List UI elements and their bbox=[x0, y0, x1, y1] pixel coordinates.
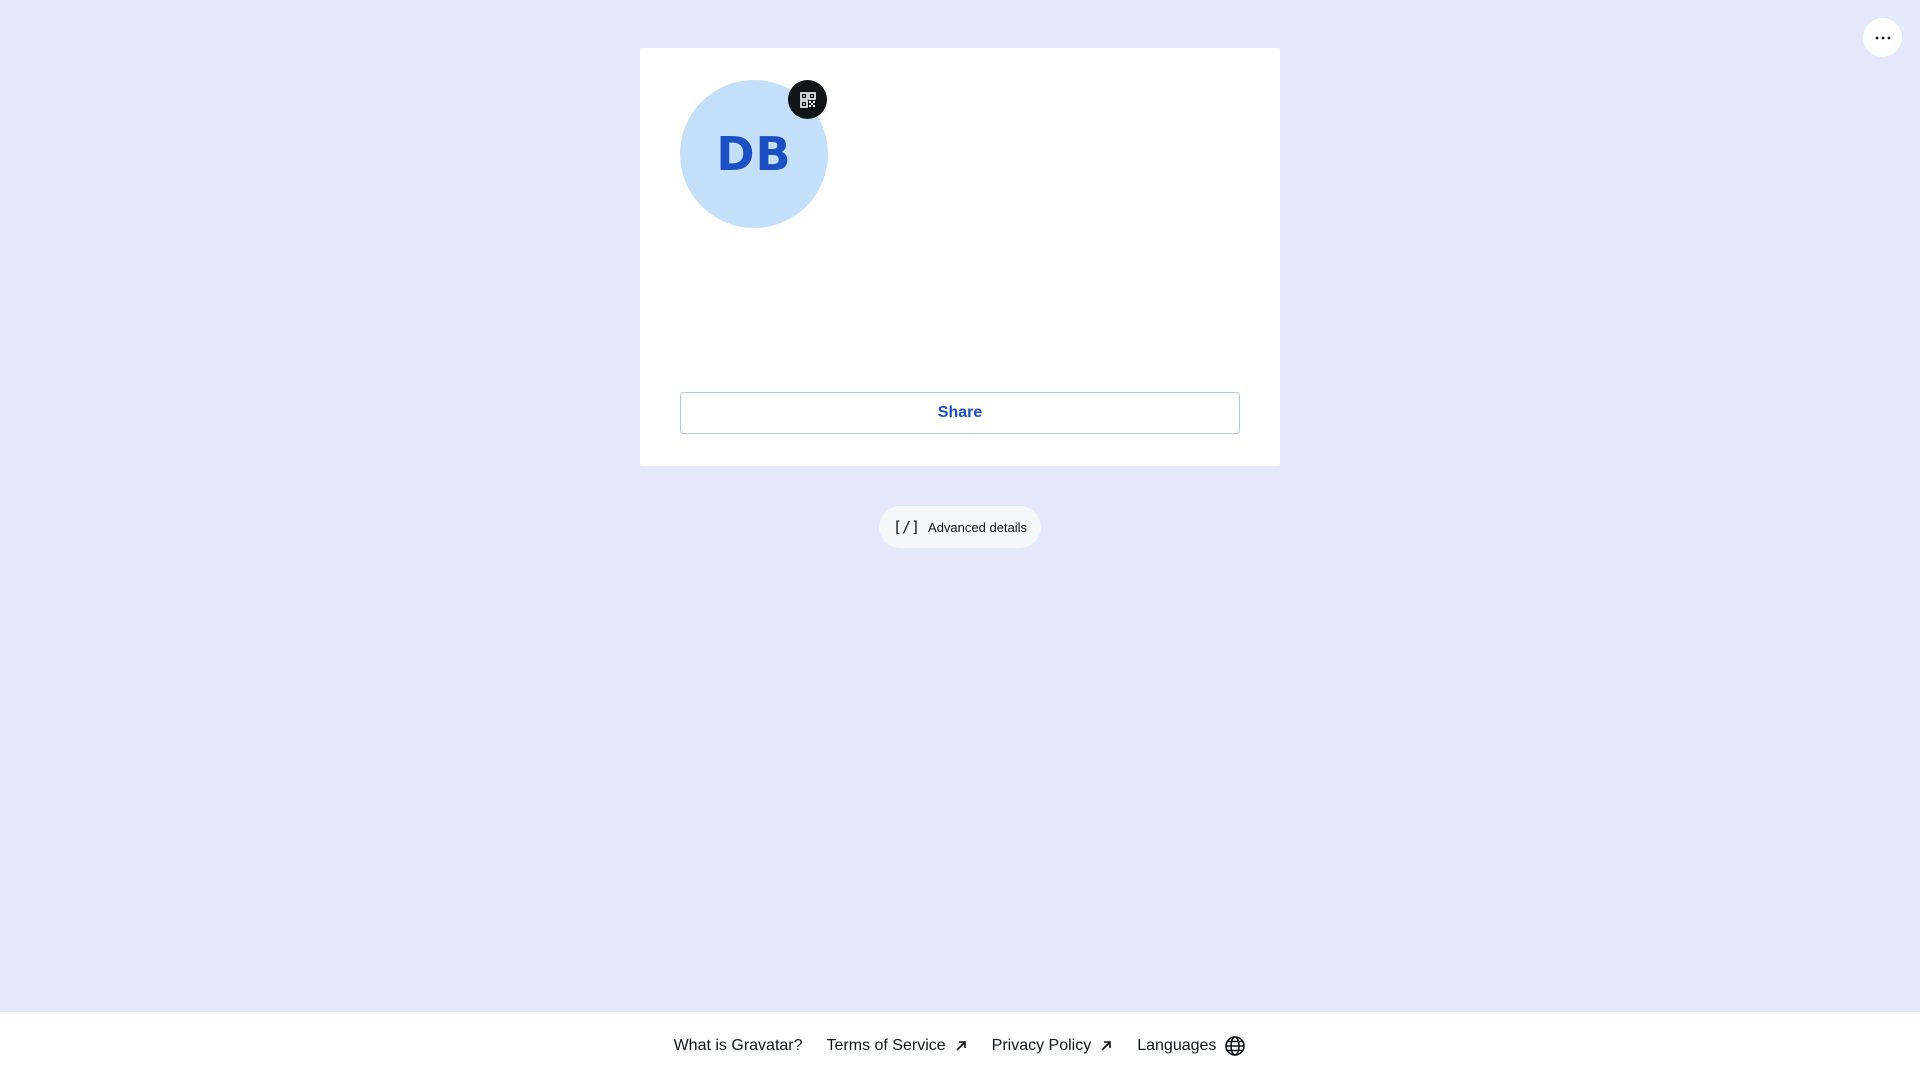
more-options-button[interactable] bbox=[1863, 18, 1902, 57]
qr-code-icon bbox=[799, 91, 816, 108]
avatar-initials: DB bbox=[716, 127, 792, 181]
footer-link-label: Languages bbox=[1137, 1037, 1217, 1054]
footer-link-terms-of-service[interactable]: Terms of Service bbox=[827, 1037, 968, 1055]
footer-link-privacy-policy[interactable]: Privacy Policy bbox=[992, 1037, 1114, 1055]
advanced-details-label: Advanced details bbox=[928, 519, 1028, 535]
footer: What is Gravatar? Terms of Service Priva… bbox=[0, 1012, 1920, 1080]
footer-link-label: Terms of Service bbox=[826, 1037, 946, 1054]
advanced-details-button[interactable]: [/] Advanced details bbox=[879, 506, 1041, 548]
code-icon: [/] bbox=[892, 518, 921, 536]
external-arrow-icon bbox=[956, 1041, 966, 1051]
ellipsis-icon bbox=[1875, 36, 1890, 39]
footer-link-languages[interactable]: Languages bbox=[1137, 1035, 1246, 1057]
footer-link-label: What is Gravatar? bbox=[673, 1037, 803, 1054]
share-button[interactable]: Share bbox=[680, 392, 1240, 434]
profile-card: DB Share bbox=[640, 48, 1280, 466]
globe-icon bbox=[1225, 1036, 1246, 1056]
footer-link-what-is-gravatar[interactable]: What is Gravatar? bbox=[674, 1037, 803, 1055]
external-arrow-icon bbox=[1101, 1041, 1112, 1051]
qr-code-button[interactable] bbox=[788, 80, 827, 119]
footer-link-label: Privacy Policy bbox=[991, 1037, 1092, 1054]
